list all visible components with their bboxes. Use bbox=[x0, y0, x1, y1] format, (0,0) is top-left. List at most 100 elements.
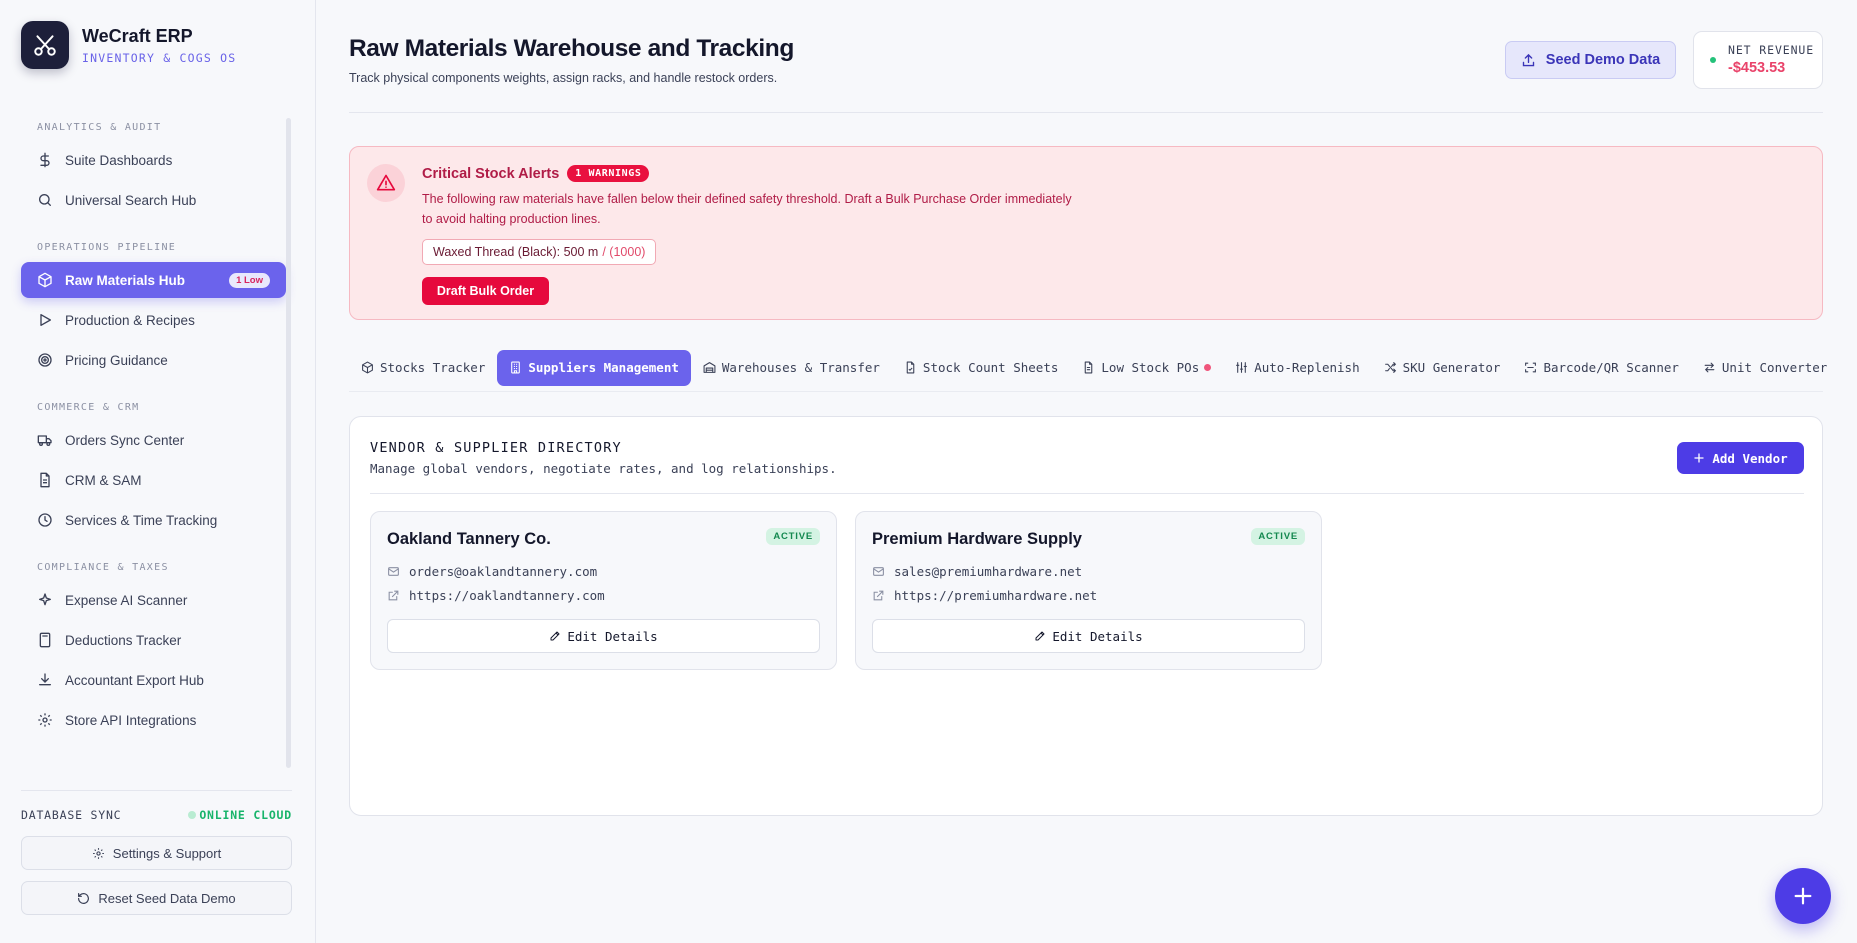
status-badge: ACTIVE bbox=[1251, 528, 1305, 545]
vendor-email[interactable]: orders@oaklandtannery.com bbox=[387, 564, 597, 579]
refresh-icon bbox=[77, 892, 90, 905]
mail-icon bbox=[872, 565, 885, 578]
floating-add-button[interactable] bbox=[1775, 868, 1831, 924]
draft-bulk-order-button[interactable]: Draft Bulk Order bbox=[422, 277, 549, 305]
shuffle-icon bbox=[1384, 361, 1397, 374]
external-link-icon bbox=[872, 589, 885, 602]
vendor-email[interactable]: sales@premiumhardware.net bbox=[872, 564, 1082, 579]
clock-icon bbox=[37, 512, 53, 528]
settings-support-label: Settings & Support bbox=[112, 845, 222, 861]
sidebar-item-universal-search[interactable]: Universal Search Hub bbox=[21, 182, 286, 218]
seed-demo-data-button[interactable]: Seed Demo Data bbox=[1505, 41, 1676, 79]
sidebar-item-label: Services & Time Tracking bbox=[65, 512, 218, 528]
scissors-logo-icon bbox=[21, 21, 69, 69]
sidebar-scrollbar[interactable] bbox=[286, 118, 291, 768]
sidebar-item-pricing[interactable]: Pricing Guidance bbox=[21, 342, 286, 378]
vendor-email-text: orders@oaklandtannery.com bbox=[409, 564, 598, 579]
section-label-compliance: COMPLIANCE & TAXES bbox=[37, 562, 169, 573]
edit-icon bbox=[1034, 630, 1046, 642]
sidebar-footer: DATABASE SYNC ONLINE CLOUD Settings & Su… bbox=[21, 790, 292, 915]
edit-details-button[interactable]: Edit Details bbox=[872, 619, 1305, 653]
tab-auto-replenish[interactable]: Auto-Replenish bbox=[1223, 350, 1371, 386]
sidebar-item-accountant-export[interactable]: Accountant Export Hub bbox=[21, 662, 286, 698]
tab-barcode-scanner[interactable]: Barcode/QR Scanner bbox=[1512, 350, 1690, 386]
directory-divider bbox=[370, 493, 1804, 494]
tab-label: Warehouses & Transfer bbox=[721, 360, 880, 375]
sidebar-item-crm[interactable]: CRM & SAM bbox=[21, 462, 286, 498]
sidebar-item-label: Orders Sync Center bbox=[65, 432, 185, 448]
sidebar-item-deductions[interactable]: Deductions Tracker bbox=[21, 622, 286, 658]
app-title: WeCraft ERP bbox=[82, 25, 193, 46]
section-label-analytics: ANALYTICS & AUDIT bbox=[37, 122, 162, 133]
section-label-operations: OPERATIONS PIPELINE bbox=[37, 242, 177, 253]
edit-icon bbox=[549, 630, 561, 642]
sidebar-item-label: Deductions Tracker bbox=[65, 632, 182, 648]
truck-icon bbox=[37, 432, 53, 448]
sidebar-item-label: Raw Materials Hub bbox=[65, 272, 186, 288]
sidebar-item-raw-materials[interactable]: Raw Materials Hub 1 Low bbox=[21, 262, 286, 298]
sidebar-item-expense-scanner[interactable]: Expense AI Scanner bbox=[21, 582, 286, 618]
app-subtitle: INVENTORY & COGS OS bbox=[82, 50, 237, 65]
sidebar-item-label: Expense AI Scanner bbox=[65, 592, 188, 608]
vendor-card: Premium Hardware Supply ACTIVE sales@pre… bbox=[855, 511, 1322, 670]
building-icon bbox=[509, 361, 522, 374]
brand: WeCraft ERP INVENTORY & COGS OS bbox=[21, 21, 236, 69]
database-status-text: ONLINE CLOUD bbox=[199, 808, 292, 822]
status-badge: ACTIVE bbox=[766, 528, 820, 545]
vendor-name: Oakland Tannery Co. bbox=[387, 530, 551, 548]
download-icon bbox=[37, 672, 53, 688]
alert-title: Critical Stock Alerts 1 WARNINGS bbox=[422, 165, 650, 182]
header-divider bbox=[349, 112, 1823, 113]
tab-sku-generator[interactable]: SKU Generator bbox=[1372, 350, 1513, 386]
sidebar-item-production[interactable]: Production & Recipes bbox=[21, 302, 286, 338]
vendor-website-text: https://oaklandtannery.com bbox=[409, 588, 605, 603]
sidebar-nav: ANALYTICS & AUDIT Suite Dashboards Unive… bbox=[21, 118, 286, 738]
target-icon bbox=[37, 352, 53, 368]
file-icon bbox=[904, 361, 917, 374]
mail-icon bbox=[387, 565, 400, 578]
sidebar-item-suite-dashboards[interactable]: Suite Dashboards bbox=[21, 142, 286, 178]
sidebar-item-orders-sync[interactable]: Orders Sync Center bbox=[21, 422, 286, 458]
reset-seed-button[interactable]: Reset Seed Data Demo bbox=[21, 881, 292, 915]
swap-icon bbox=[1703, 361, 1716, 374]
add-vendor-button[interactable]: Add Vendor bbox=[1677, 442, 1804, 474]
edit-details-button[interactable]: Edit Details bbox=[387, 619, 820, 653]
calculator-icon bbox=[37, 632, 53, 648]
document-icon bbox=[37, 472, 53, 488]
net-revenue-value: -$453.53 bbox=[1728, 60, 1786, 76]
sidebar-item-label: Universal Search Hub bbox=[65, 192, 197, 208]
sidebar-item-label: CRM & SAM bbox=[65, 472, 142, 488]
warnings-badge: 1 WARNINGS bbox=[567, 165, 650, 182]
sidebar-item-label: Accountant Export Hub bbox=[65, 672, 204, 688]
tab-label: Auto-Replenish bbox=[1254, 360, 1360, 375]
settings-support-button[interactable]: Settings & Support bbox=[21, 836, 292, 870]
tab-stocks-tracker[interactable]: Stocks Tracker bbox=[349, 350, 497, 386]
external-link-icon bbox=[387, 589, 400, 602]
vendor-website-link[interactable]: https://oaklandtannery.com bbox=[387, 588, 605, 603]
sidebar-item-store-api[interactable]: Store API Integrations bbox=[21, 702, 286, 738]
alert-message: The following raw materials have fallen … bbox=[422, 189, 1122, 229]
vendor-website-link[interactable]: https://premiumhardware.net bbox=[872, 588, 1097, 603]
tab-unit-converter[interactable]: Unit Converter bbox=[1691, 350, 1839, 386]
edit-details-label: Edit Details bbox=[1052, 628, 1143, 644]
sidebar-item-label: Suite Dashboards bbox=[65, 152, 173, 168]
sidebar-item-services-time[interactable]: Services & Time Tracking bbox=[21, 502, 286, 538]
dollar-icon bbox=[37, 152, 53, 168]
tab-warehouses-transfer[interactable]: Warehouses & Transfer bbox=[691, 350, 892, 386]
page-title: Raw Materials Warehouse and Tracking bbox=[349, 35, 794, 62]
net-revenue-card: NET REVENUE -$453.53 bbox=[1693, 31, 1823, 89]
database-status: ONLINE CLOUD bbox=[188, 808, 292, 822]
sidebar-item-label: Store API Integrations bbox=[65, 712, 197, 728]
tab-stock-count-sheets[interactable]: Stock Count Sheets bbox=[892, 350, 1070, 386]
page-subtitle: Track physical components weights, assig… bbox=[349, 71, 778, 85]
add-vendor-label: Add Vendor bbox=[1712, 450, 1788, 466]
tab-label: Stock Count Sheets bbox=[922, 360, 1059, 375]
tab-suppliers-management[interactable]: Suppliers Management bbox=[497, 349, 691, 386]
plus-icon bbox=[1693, 452, 1705, 464]
seed-demo-data-label: Seed Demo Data bbox=[1545, 52, 1661, 68]
tab-label: Low Stock POs bbox=[1101, 360, 1200, 375]
alert-message-line-2: to avoid halting production lines. bbox=[422, 212, 601, 226]
tab-label: SKU Generator bbox=[1402, 360, 1501, 375]
tab-low-stock-pos[interactable]: Low Stock POs bbox=[1070, 350, 1223, 386]
critical-stock-alert: Critical Stock Alerts 1 WARNINGS The fol… bbox=[349, 146, 1823, 320]
